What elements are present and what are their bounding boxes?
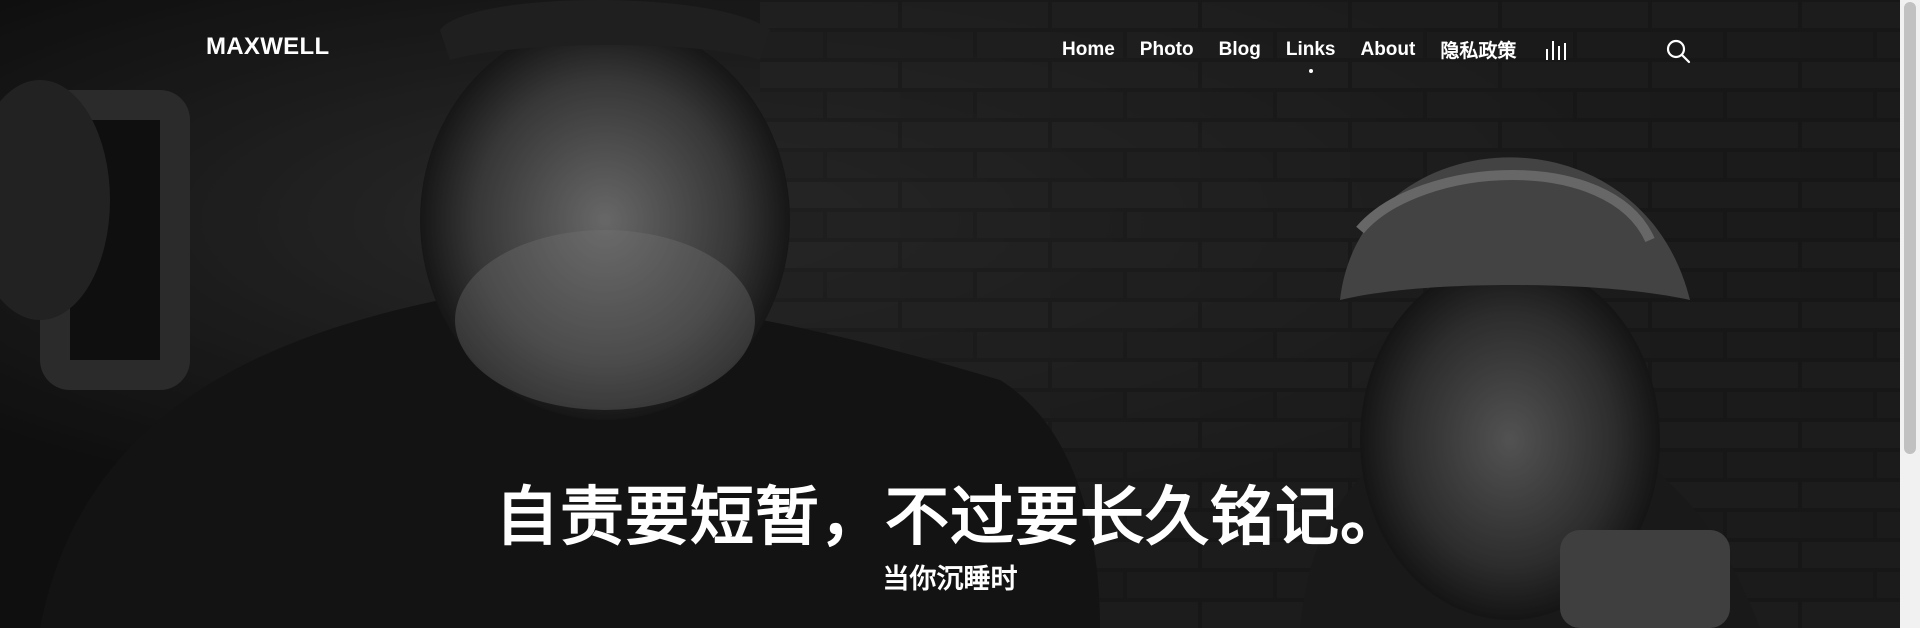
main-nav: Home Photo Blog Links About 隐私政策 bbox=[1062, 36, 1516, 73]
hero-title: 自责要短暂，不过要长久铭记。 bbox=[495, 481, 1405, 555]
hero-section: MAXWELL Home Photo Blog Links About 隐私政策… bbox=[0, 0, 1920, 628]
site-header: MAXWELL Home Photo Blog Links About 隐私政策 bbox=[0, 0, 1900, 100]
nav-item-home[interactable]: Home bbox=[1062, 39, 1115, 61]
nav-item-blog[interactable]: Blog bbox=[1219, 39, 1261, 61]
hero-subtitle: 当你沉睡时 bbox=[882, 564, 1018, 595]
nav-item-links[interactable]: Links bbox=[1285, 38, 1336, 73]
site-logo[interactable]: MAXWELL bbox=[206, 33, 329, 61]
hero-text: 自责要短暂，不过要长久铭记。 当你沉睡时 bbox=[0, 478, 1900, 600]
active-indicator-dot bbox=[1308, 68, 1313, 73]
nav-item-links-label: Links bbox=[1285, 38, 1336, 60]
scrollbar-thumb[interactable] bbox=[1904, 2, 1916, 454]
nav-item-photo[interactable]: Photo bbox=[1140, 39, 1194, 61]
bars-icon[interactable] bbox=[1542, 37, 1572, 61]
page-scrollbar[interactable] bbox=[1900, 0, 1920, 628]
nav-item-about[interactable]: About bbox=[1360, 39, 1415, 61]
search-icon[interactable] bbox=[1665, 38, 1691, 64]
nav-item-privacy[interactable]: 隐私政策 bbox=[1440, 36, 1516, 63]
